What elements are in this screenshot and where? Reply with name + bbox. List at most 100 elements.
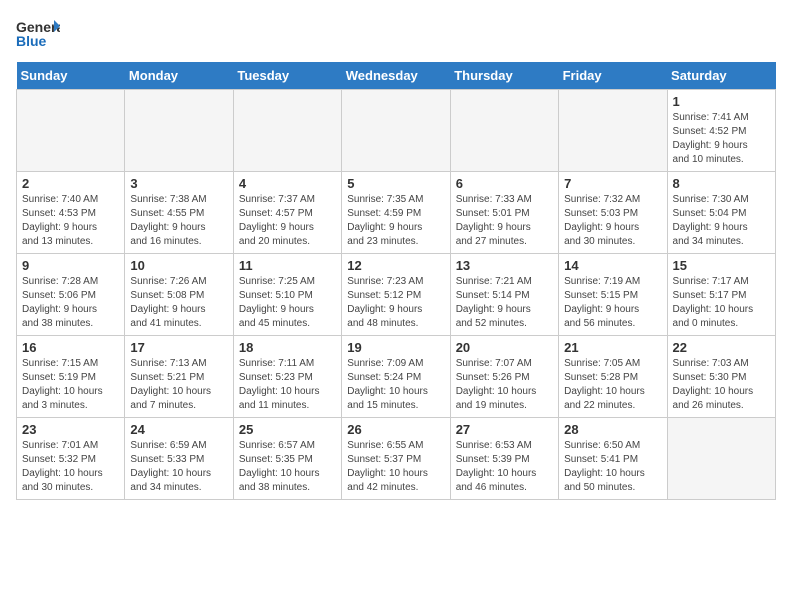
logo: General Blue: [16, 16, 60, 52]
calendar-cell: 1 Sunrise: 7:41 AM Sunset: 4:52 PM Daylig…: [667, 90, 775, 172]
calendar-cell: 27 Sunrise: 6:53 AM Sunset: 5:39 PM Dayli…: [450, 418, 558, 500]
day-details: Sunrise: 7:19 AM Sunset: 5:15 PM Dayligh…: [564, 275, 661, 331]
day-number: 9: [22, 258, 119, 273]
calendar-cell: 7 Sunrise: 7:32 AM Sunset: 5:03 PM Daylig…: [559, 172, 667, 254]
col-header-tuesday: Tuesday: [233, 62, 341, 90]
calendar-week-row: 23 Sunrise: 7:01 AM Sunset: 5:32 PM Dayli…: [17, 418, 776, 500]
day-number: 19: [347, 340, 444, 355]
day-details: Sunrise: 7:13 AM Sunset: 5:21 PM Dayligh…: [130, 357, 227, 413]
calendar-cell: 24Sunrise: 6:59 AM Sunset: 5:33 PM Dayli…: [125, 418, 233, 500]
day-details: Sunrise: 7:28 AM Sunset: 5:06 PM Dayligh…: [22, 275, 119, 331]
day-number: 26: [347, 422, 444, 437]
day-number: 13: [456, 258, 553, 273]
day-details: Sunrise: 7:11 AM Sunset: 5:23 PM Dayligh…: [239, 357, 336, 413]
day-details: Sunrise: 6:59 AM Sunset: 5:33 PM Dayligh…: [130, 439, 227, 495]
day-details: Sunrise: 7:23 AM Sunset: 5:12 PM Dayligh…: [347, 275, 444, 331]
calendar-cell: 5 Sunrise: 7:35 AM Sunset: 4:59 PM Daylig…: [342, 172, 450, 254]
calendar-cell: 15 Sunrise: 7:17 AM Sunset: 5:17 PM Dayli…: [667, 254, 775, 336]
day-details: Sunrise: 6:53 AM Sunset: 5:39 PM Dayligh…: [456, 439, 553, 495]
day-number: 22: [673, 340, 770, 355]
col-header-wednesday: Wednesday: [342, 62, 450, 90]
day-number: 18: [239, 340, 336, 355]
logo-icon: General Blue: [16, 16, 60, 52]
calendar-cell: 23 Sunrise: 7:01 AM Sunset: 5:32 PM Dayli…: [17, 418, 125, 500]
day-details: Sunrise: 7:40 AM Sunset: 4:53 PM Dayligh…: [22, 193, 119, 249]
day-details: Sunrise: 7:05 AM Sunset: 5:28 PM Dayligh…: [564, 357, 661, 413]
calendar-cell: 22 Sunrise: 7:03 AM Sunset: 5:30 PM Dayli…: [667, 336, 775, 418]
calendar-cell: 11 Sunrise: 7:25 AM Sunset: 5:10 PM Dayli…: [233, 254, 341, 336]
day-number: 11: [239, 258, 336, 273]
svg-text:Blue: Blue: [16, 33, 47, 49]
calendar-cell: [559, 90, 667, 172]
calendar-cell: [342, 90, 450, 172]
calendar-cell: [17, 90, 125, 172]
day-details: Sunrise: 7:38 AM Sunset: 4:55 PM Dayligh…: [130, 193, 227, 249]
calendar-week-row: 9 Sunrise: 7:28 AM Sunset: 5:06 PM Daylig…: [17, 254, 776, 336]
calendar-cell: 13 Sunrise: 7:21 AM Sunset: 5:14 PM Dayli…: [450, 254, 558, 336]
day-number: 5: [347, 176, 444, 191]
calendar-cell: 6 Sunrise: 7:33 AM Sunset: 5:01 PM Daylig…: [450, 172, 558, 254]
calendar-cell: 4 Sunrise: 7:37 AM Sunset: 4:57 PM Daylig…: [233, 172, 341, 254]
day-details: Sunrise: 7:21 AM Sunset: 5:14 PM Dayligh…: [456, 275, 553, 331]
day-number: 28: [564, 422, 661, 437]
calendar-week-row: 16 Sunrise: 7:15 AM Sunset: 5:19 PM Dayli…: [17, 336, 776, 418]
calendar-cell: 12 Sunrise: 7:23 AM Sunset: 5:12 PM Dayli…: [342, 254, 450, 336]
calendar-cell: 8Sunrise: 7:30 AM Sunset: 5:04 PM Daylig…: [667, 172, 775, 254]
day-number: 1: [673, 94, 770, 109]
calendar-table: SundayMondayTuesdayWednesdayThursdayFrid…: [16, 62, 776, 500]
day-number: 23: [22, 422, 119, 437]
calendar-cell: 10 Sunrise: 7:26 AM Sunset: 5:08 PM Dayli…: [125, 254, 233, 336]
day-number: 14: [564, 258, 661, 273]
calendar-cell: 9 Sunrise: 7:28 AM Sunset: 5:06 PM Daylig…: [17, 254, 125, 336]
day-details: Sunrise: 7:07 AM Sunset: 5:26 PM Dayligh…: [456, 357, 553, 413]
col-header-saturday: Saturday: [667, 62, 775, 90]
calendar-cell: 2Sunrise: 7:40 AM Sunset: 4:53 PM Daylig…: [17, 172, 125, 254]
calendar-cell: 20 Sunrise: 7:07 AM Sunset: 5:26 PM Dayli…: [450, 336, 558, 418]
calendar-cell: 17 Sunrise: 7:13 AM Sunset: 5:21 PM Dayli…: [125, 336, 233, 418]
calendar-week-row: 1 Sunrise: 7:41 AM Sunset: 4:52 PM Daylig…: [17, 90, 776, 172]
day-details: Sunrise: 7:09 AM Sunset: 5:24 PM Dayligh…: [347, 357, 444, 413]
day-details: Sunrise: 6:55 AM Sunset: 5:37 PM Dayligh…: [347, 439, 444, 495]
day-details: Sunrise: 7:33 AM Sunset: 5:01 PM Dayligh…: [456, 193, 553, 249]
day-number: 25: [239, 422, 336, 437]
day-details: Sunrise: 7:01 AM Sunset: 5:32 PM Dayligh…: [22, 439, 119, 495]
day-details: Sunrise: 7:25 AM Sunset: 5:10 PM Dayligh…: [239, 275, 336, 331]
calendar-cell: 16 Sunrise: 7:15 AM Sunset: 5:19 PM Dayli…: [17, 336, 125, 418]
day-details: Sunrise: 7:26 AM Sunset: 5:08 PM Dayligh…: [130, 275, 227, 331]
calendar-header-row: SundayMondayTuesdayWednesdayThursdayFrid…: [17, 62, 776, 90]
day-number: 21: [564, 340, 661, 355]
day-number: 20: [456, 340, 553, 355]
day-number: 16: [22, 340, 119, 355]
day-details: Sunrise: 7:03 AM Sunset: 5:30 PM Dayligh…: [673, 357, 770, 413]
day-number: 8: [673, 176, 770, 191]
calendar-cell: 3Sunrise: 7:38 AM Sunset: 4:55 PM Daylig…: [125, 172, 233, 254]
day-details: Sunrise: 7:15 AM Sunset: 5:19 PM Dayligh…: [22, 357, 119, 413]
day-number: 12: [347, 258, 444, 273]
calendar-cell: 26 Sunrise: 6:55 AM Sunset: 5:37 PM Dayli…: [342, 418, 450, 500]
day-number: 15: [673, 258, 770, 273]
day-number: 10: [130, 258, 227, 273]
day-details: Sunrise: 6:57 AM Sunset: 5:35 PM Dayligh…: [239, 439, 336, 495]
calendar-week-row: 2Sunrise: 7:40 AM Sunset: 4:53 PM Daylig…: [17, 172, 776, 254]
day-number: 7: [564, 176, 661, 191]
day-number: 27: [456, 422, 553, 437]
day-details: Sunrise: 7:37 AM Sunset: 4:57 PM Dayligh…: [239, 193, 336, 249]
day-details: Sunrise: 7:32 AM Sunset: 5:03 PM Dayligh…: [564, 193, 661, 249]
col-header-thursday: Thursday: [450, 62, 558, 90]
col-header-monday: Monday: [125, 62, 233, 90]
day-details: Sunrise: 7:41 AM Sunset: 4:52 PM Dayligh…: [673, 111, 770, 167]
day-number: 17: [130, 340, 227, 355]
calendar-cell: [667, 418, 775, 500]
col-header-sunday: Sunday: [17, 62, 125, 90]
calendar-cell: 28 Sunrise: 6:50 AM Sunset: 5:41 PM Dayli…: [559, 418, 667, 500]
day-number: 4: [239, 176, 336, 191]
page-header: General Blue: [16, 16, 776, 52]
calendar-cell: 18 Sunrise: 7:11 AM Sunset: 5:23 PM Dayli…: [233, 336, 341, 418]
day-details: Sunrise: 6:50 AM Sunset: 5:41 PM Dayligh…: [564, 439, 661, 495]
day-number: 6: [456, 176, 553, 191]
day-details: Sunrise: 7:35 AM Sunset: 4:59 PM Dayligh…: [347, 193, 444, 249]
calendar-cell: 19 Sunrise: 7:09 AM Sunset: 5:24 PM Dayli…: [342, 336, 450, 418]
calendar-cell: 21 Sunrise: 7:05 AM Sunset: 5:28 PM Dayli…: [559, 336, 667, 418]
col-header-friday: Friday: [559, 62, 667, 90]
day-details: Sunrise: 7:17 AM Sunset: 5:17 PM Dayligh…: [673, 275, 770, 331]
